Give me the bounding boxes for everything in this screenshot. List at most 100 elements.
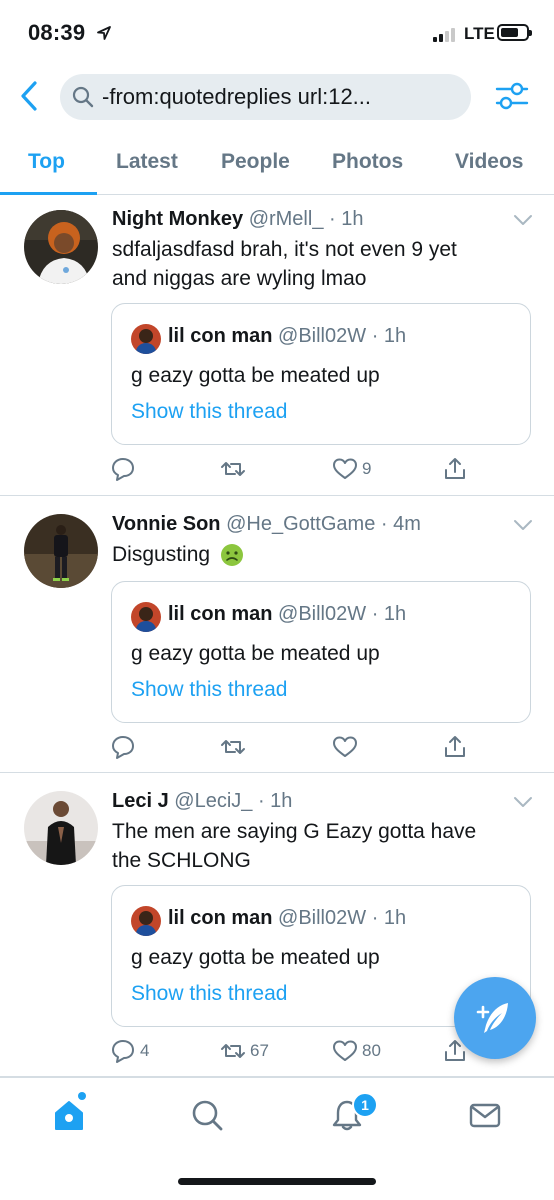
quote-text: g eazy gotta be meated up bbox=[131, 946, 380, 969]
quote-avatar bbox=[131, 906, 161, 936]
battery-icon bbox=[497, 24, 532, 41]
show-thread-link[interactable]: Show this thread bbox=[131, 400, 287, 424]
tweet-actions: 9 bbox=[0, 454, 554, 484]
show-thread-link[interactable]: Show this thread bbox=[131, 982, 287, 1006]
home-icon[interactable] bbox=[52, 1098, 86, 1132]
tweet-text: Disgusting bbox=[112, 540, 532, 569]
search-header bbox=[0, 66, 554, 128]
tweet-text-line: sdfaljasdfasd brah, it's not even 9 yet bbox=[112, 238, 457, 261]
tweet-text-line: The men are saying G Eazy gotta have bbox=[112, 820, 477, 843]
avatar[interactable] bbox=[24, 791, 98, 865]
quote-header: lil con man @Bill02W · 1h bbox=[168, 907, 406, 930]
heart-icon bbox=[333, 1040, 357, 1061]
messages-mail-icon[interactable] bbox=[468, 1098, 502, 1132]
reply-icon bbox=[112, 736, 134, 759]
retweet-icon bbox=[221, 740, 245, 754]
reply-icon bbox=[112, 458, 134, 481]
share-button[interactable] bbox=[442, 454, 468, 484]
quote-header: lil con man @Bill02W · 1h bbox=[168, 603, 406, 626]
author-name[interactable]: Leci J bbox=[112, 790, 169, 812]
share-icon bbox=[445, 736, 465, 757]
quote-author-name: lil con man bbox=[168, 603, 273, 625]
cellular-signal-icon bbox=[433, 28, 461, 42]
explore-search-icon[interactable] bbox=[190, 1098, 224, 1132]
show-thread-link[interactable]: Show this thread bbox=[131, 678, 287, 702]
tweet-text-line: the SCHLONG bbox=[112, 849, 251, 872]
reply-button[interactable] bbox=[110, 454, 140, 484]
author-handle[interactable]: @LeciJ_ bbox=[174, 790, 252, 812]
chevron-down-icon[interactable] bbox=[512, 795, 534, 809]
like-button[interactable]: 9 bbox=[332, 454, 371, 484]
quote-author-handle: @Bill02W bbox=[278, 907, 367, 929]
tweet-header: Night Monkey @rMell_ · 1h bbox=[112, 208, 363, 231]
tweet-time: · 4m bbox=[380, 513, 421, 535]
tab-photos[interactable]: Photos bbox=[332, 150, 403, 174]
quote-header: lil con man @Bill02W · 1h bbox=[168, 325, 406, 348]
reply-button[interactable] bbox=[110, 732, 140, 762]
quote-time: · 1h bbox=[371, 603, 407, 625]
tweet-header: Leci J @LeciJ_ · 1h bbox=[112, 790, 292, 813]
compose-tweet-button[interactable] bbox=[454, 977, 536, 1059]
retweet-button[interactable] bbox=[220, 454, 250, 484]
avatar[interactable] bbox=[24, 210, 98, 284]
heart-icon bbox=[333, 458, 357, 479]
reply-icon bbox=[112, 1040, 134, 1063]
heart-icon bbox=[333, 736, 357, 757]
author-handle[interactable]: @rMell_ bbox=[249, 208, 324, 230]
author-handle[interactable]: @He_GottGame bbox=[226, 513, 375, 535]
compose-feather-icon bbox=[476, 1003, 508, 1033]
reply-button[interactable]: 4 bbox=[110, 1036, 149, 1066]
like-button[interactable] bbox=[332, 732, 362, 762]
network-type: LTE bbox=[464, 24, 495, 43]
tweet-text: sdfaljasdfasd brah, it's not even 9 yet … bbox=[112, 235, 532, 293]
search-filter-icon[interactable] bbox=[494, 78, 530, 114]
home-new-content-dot bbox=[78, 1092, 86, 1100]
author-name[interactable]: Vonnie Son bbox=[112, 513, 221, 535]
home-indicator[interactable] bbox=[178, 1178, 376, 1185]
status-time: 08:39 bbox=[28, 20, 86, 45]
search-icon bbox=[72, 86, 94, 108]
author-name[interactable]: Night Monkey bbox=[112, 208, 243, 230]
retweet-icon bbox=[221, 1044, 245, 1058]
quote-avatar bbox=[131, 324, 161, 354]
nauseated-face-icon bbox=[221, 543, 244, 566]
tab-people[interactable]: People bbox=[221, 150, 290, 174]
quoted-tweet[interactable]: lil con man @Bill02W · 1h g eazy gotta b… bbox=[111, 581, 531, 723]
retweet-button[interactable] bbox=[220, 732, 250, 762]
quote-avatar bbox=[131, 602, 161, 632]
like-button[interactable]: 80 bbox=[332, 1036, 381, 1066]
tab-top[interactable]: Top bbox=[28, 150, 65, 174]
like-count: 80 bbox=[362, 1041, 381, 1060]
share-icon bbox=[445, 458, 465, 479]
search-tabs: Top Latest People Photos Videos bbox=[0, 136, 554, 195]
quote-text: g eazy gotta be meated up bbox=[131, 364, 380, 387]
reply-count: 4 bbox=[140, 1041, 150, 1060]
quote-author-handle: @Bill02W bbox=[278, 325, 367, 347]
quoted-tweet[interactable]: lil con man @Bill02W · 1h g eazy gotta b… bbox=[111, 303, 531, 445]
tweet[interactable]: Vonnie Son @He_GottGame · 4m Disgusting … bbox=[0, 496, 554, 773]
tweet-header: Vonnie Son @He_GottGame · 4m bbox=[112, 513, 421, 536]
retweet-icon bbox=[221, 462, 245, 476]
chevron-down-icon[interactable] bbox=[512, 518, 534, 532]
quote-text: g eazy gotta be meated up bbox=[131, 642, 380, 665]
quote-time: · 1h bbox=[371, 907, 407, 929]
notifications-badge: 1 bbox=[352, 1092, 378, 1118]
tweet-text: The men are saying G Eazy gotta have the… bbox=[112, 817, 532, 875]
back-button[interactable] bbox=[14, 78, 44, 114]
quote-author-name: lil con man bbox=[168, 325, 273, 347]
avatar[interactable] bbox=[24, 514, 98, 588]
tweet[interactable]: Night Monkey @rMell_ · 1h sdfaljasdfasd … bbox=[0, 195, 554, 496]
share-button[interactable] bbox=[442, 732, 468, 762]
quote-author-handle: @Bill02W bbox=[278, 603, 367, 625]
retweet-button[interactable]: 67 bbox=[220, 1036, 269, 1066]
tweet-text-line: Disgusting bbox=[112, 543, 211, 566]
quote-author-name: lil con man bbox=[168, 907, 273, 929]
chevron-down-icon[interactable] bbox=[512, 213, 534, 227]
quote-time: · 1h bbox=[371, 325, 407, 347]
search-input[interactable] bbox=[102, 74, 462, 120]
tab-videos[interactable]: Videos bbox=[455, 150, 523, 174]
tweet-actions bbox=[0, 732, 554, 762]
tweet-time: · 1h bbox=[257, 790, 293, 812]
tab-latest[interactable]: Latest bbox=[116, 150, 178, 174]
search-box[interactable] bbox=[60, 74, 471, 120]
